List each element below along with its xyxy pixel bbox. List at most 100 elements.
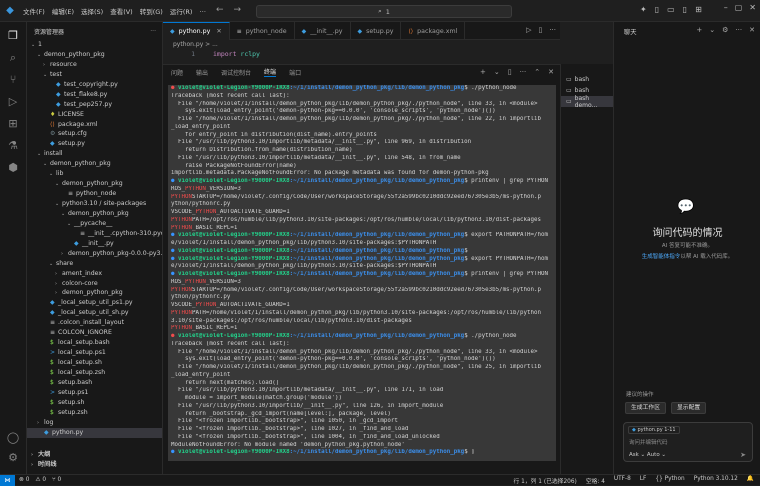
- close-panel-icon[interactable]: ✕: [548, 68, 554, 76]
- tree-folder[interactable]: › resource: [27, 60, 162, 70]
- tree-folder[interactable]: ⌄ __pycache__: [27, 219, 162, 229]
- command-success-icon[interactable]: ●: [171, 449, 178, 455]
- chat-mode-picker[interactable]: Ask ⌄ Auto ⌄: [629, 452, 666, 458]
- run-debug-icon[interactable]: ▷: [5, 94, 21, 110]
- outline-section[interactable]: › 大纲: [27, 450, 162, 460]
- close-icon[interactable]: ✕: [749, 26, 755, 34]
- terminal-item[interactable]: ▭ bash: [561, 74, 613, 85]
- new-chat-icon[interactable]: +: [696, 26, 702, 34]
- chat-input-box[interactable]: ◆ python.py 1-11 询问并编辑代码 Ask ⌄ Auto ⌄ ➤: [623, 422, 753, 462]
- tree-folder[interactable]: ⌄ demon_python_pkg: [27, 209, 162, 219]
- editor-tab[interactable]: ◆ __init__.py: [295, 22, 351, 40]
- tree-file[interactable]: $ setup.sh: [27, 398, 162, 408]
- tab-terminal[interactable]: 终端: [264, 67, 277, 77]
- tree-folder[interactable]: ⌄ demon_python_pkg: [27, 179, 162, 189]
- tree-folder[interactable]: › ament_index: [27, 269, 162, 279]
- chat-toggle-icon[interactable]: ✦: [640, 5, 647, 14]
- run-icon[interactable]: ▷: [526, 26, 531, 34]
- tree-folder[interactable]: ⌄ demon_python_pkg: [27, 50, 162, 60]
- send-icon[interactable]: ➤: [740, 451, 746, 459]
- status-item[interactable]: 空格: 4: [586, 476, 605, 485]
- tree-file[interactable]: ⟨⟩ package.xml: [27, 120, 162, 130]
- command-success-icon[interactable]: ●: [171, 271, 178, 277]
- breadcrumb[interactable]: python.py > ...: [163, 40, 560, 50]
- tree-folder[interactable]: ⌄ python3.10 / site-packages: [27, 199, 162, 209]
- tree-file[interactable]: ♦ LICENSE: [27, 110, 162, 120]
- command-center-search[interactable]: ⌕ 1: [256, 5, 512, 18]
- terminal-item[interactable]: ▭ bash demo...: [561, 95, 613, 109]
- tree-file[interactable]: > setup.ps1: [27, 388, 162, 398]
- history-icon[interactable]: ⌄: [709, 26, 715, 34]
- generate-instructions-link[interactable]: 生成智能体指令: [642, 254, 681, 260]
- show-config-button[interactable]: 显示配置: [671, 402, 707, 414]
- maximize-icon[interactable]: ▢: [735, 3, 743, 12]
- close-tab-icon[interactable]: ✕: [216, 28, 221, 35]
- tree-file[interactable]: $ local_setup.zsh: [27, 368, 162, 378]
- toggle-sidebar-icon[interactable]: ▯: [655, 5, 659, 14]
- kill-terminal-icon[interactable]: ▯: [508, 68, 512, 76]
- tree-file[interactable]: ≡ .colcon_install_layout: [27, 318, 162, 328]
- command-failed-icon[interactable]: ●: [171, 333, 178, 339]
- remote-indicator-icon[interactable]: ⋈: [0, 474, 15, 486]
- tree-file[interactable]: ◆ test_copyright.py: [27, 80, 162, 90]
- status-item[interactable]: {} Python: [655, 476, 684, 485]
- timeline-section[interactable]: › 时间线: [27, 460, 162, 470]
- tab-output[interactable]: 输出: [196, 68, 208, 77]
- tab-ports[interactable]: 端口: [289, 68, 301, 77]
- terminal-output[interactable]: ● violet@violet-Legion-Y9000P-IRX8:~/1/i…: [168, 85, 556, 461]
- menu-view[interactable]: 查看(V): [110, 6, 133, 16]
- menu-file[interactable]: 文件(F): [23, 6, 45, 16]
- tree-folder[interactable]: › log: [27, 418, 162, 428]
- tree-file[interactable]: > local_setup.ps1: [27, 348, 162, 358]
- tree-file[interactable]: ≡ python_node: [27, 189, 162, 199]
- tab-debug-console[interactable]: 调试控制台: [221, 68, 251, 77]
- context-chip[interactable]: ◆ python.py 1-11: [628, 426, 680, 434]
- status-item[interactable]: 行 1，列 1 (已选择206): [514, 476, 577, 485]
- search-icon[interactable]: ⌕: [5, 50, 21, 66]
- tree-file[interactable]: ◆ _local_setup_util_ps1.py: [27, 298, 162, 308]
- command-success-icon[interactable]: ●: [171, 248, 178, 254]
- editor-tab[interactable]: ◆ python.py ✕: [163, 22, 230, 40]
- menu-edit[interactable]: 编辑(E): [52, 6, 74, 16]
- warnings-count[interactable]: ⚠ 0: [35, 477, 46, 483]
- tree-folder[interactable]: ⌄ demon_python_pkg: [27, 159, 162, 169]
- more-actions-icon[interactable]: ···: [150, 28, 156, 35]
- tree-file[interactable]: ◆ _local_setup_util_sh.py: [27, 308, 162, 318]
- testing-icon[interactable]: ⚗: [5, 138, 21, 154]
- menu-run[interactable]: 运行(R): [170, 6, 193, 16]
- tree-folder[interactable]: ⌄ share: [27, 259, 162, 269]
- tree-file[interactable]: ◆ test_flake8.py: [27, 90, 162, 100]
- editor-tab[interactable]: ⟨⟩ package.xml: [401, 22, 466, 40]
- tree-file[interactable]: ◆ setup.py: [27, 139, 162, 149]
- extensions-icon[interactable]: ⊞: [5, 116, 21, 132]
- editor-tab[interactable]: ◆ setup.py: [351, 22, 402, 40]
- tab-problems[interactable]: 问题: [171, 68, 183, 77]
- command-success-icon[interactable]: ●: [171, 256, 178, 262]
- account-icon[interactable]: ◯: [5, 430, 21, 446]
- editor-tab[interactable]: ≡ python_node: [230, 22, 295, 40]
- status-item[interactable]: 🔔: [747, 476, 754, 485]
- source-control-icon[interactable]: ⑂: [5, 72, 21, 88]
- toggle-secondary-sidebar-icon[interactable]: ▯: [683, 5, 687, 14]
- settings-gear-icon[interactable]: ⚙: [5, 450, 21, 466]
- explorer-icon[interactable]: ❐: [5, 28, 21, 44]
- errors-count[interactable]: ⊗ 0: [19, 477, 29, 483]
- tree-file[interactable]: $ local_setup.bash: [27, 338, 162, 348]
- tree-file[interactable]: $ setup.zsh: [27, 408, 162, 418]
- tree-folder[interactable]: ⌄ lib: [27, 169, 162, 179]
- split-editor-icon[interactable]: ▯: [538, 26, 542, 34]
- new-terminal-icon[interactable]: +: [480, 68, 486, 76]
- command-failed-icon[interactable]: ●: [171, 85, 178, 91]
- tree-folder[interactable]: ⌄ install: [27, 149, 162, 159]
- tree-folder[interactable]: ⌄ 1: [27, 40, 162, 50]
- tree-file[interactable]: ⚙ setup.cfg: [27, 129, 162, 139]
- ports-count[interactable]: ⑂ 0: [52, 477, 61, 483]
- command-success-icon[interactable]: ●: [171, 232, 178, 238]
- status-item[interactable]: LF: [640, 476, 647, 485]
- tree-file[interactable]: ◆ test_pep257.py: [27, 100, 162, 110]
- status-item[interactable]: Python 3.10.12: [694, 476, 738, 485]
- menu-selection[interactable]: 选择(S): [81, 6, 103, 16]
- maximize-panel-icon[interactable]: ⌃: [534, 68, 540, 76]
- status-item[interactable]: UTF-8: [614, 476, 631, 485]
- menu-more[interactable]: …: [199, 6, 206, 16]
